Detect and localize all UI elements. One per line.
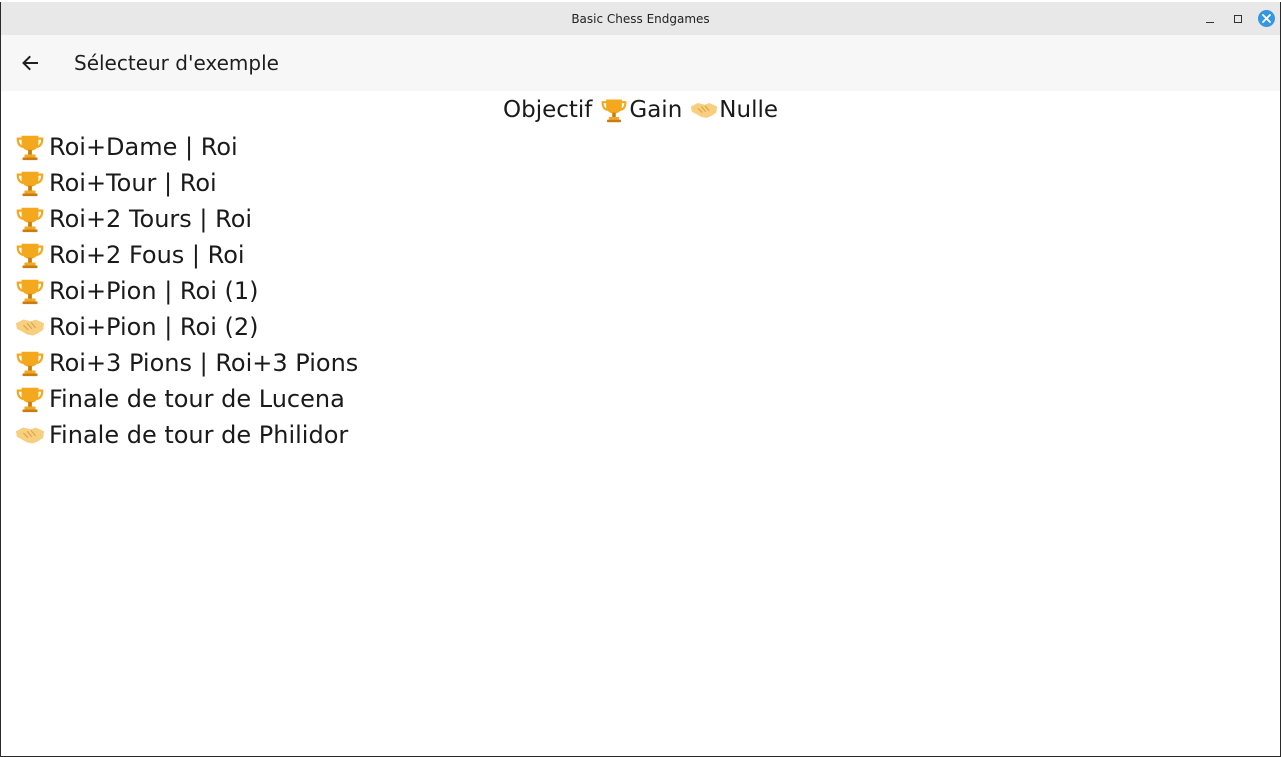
trophy-icon [14,383,46,415]
handshake-icon [14,419,46,451]
minimize-icon [1206,21,1214,23]
legend-draw-label: Nulle [719,97,778,123]
minimize-button[interactable] [1196,2,1224,35]
list-item[interactable]: Roi+Pion | Roi (2) [14,309,358,345]
window-controls [1196,2,1280,35]
trophy-icon [14,131,46,163]
list-item-label: Roi+Pion | Roi (1) [49,277,259,305]
list-item[interactable]: Roi+Dame | Roi [14,129,358,165]
close-icon [1257,10,1275,27]
maximize-button[interactable] [1224,2,1252,35]
list-item-label: Roi+3 Pions | Roi+3 Pions [49,349,359,377]
example-selector: Objectif Gain Nulle Roi+Dame | Roi Roi+To… [1,91,1280,756]
trophy-icon [14,239,46,271]
list-item[interactable]: Finale de tour de Philidor [14,417,358,453]
page-title: Sélecteur d'exemple [74,51,279,75]
window-title: Basic Chess Endgames [571,11,710,26]
example-list: Roi+Dame | Roi Roi+Tour | Roi Roi+2 Tours … [14,129,358,453]
app-window: Basic Chess Endgames Sélecteur d'exemple [0,2,1281,757]
trophy-icon [14,275,46,307]
list-item[interactable]: Finale de tour de Lucena [14,381,358,417]
list-item-label: Finale de tour de Lucena [49,385,345,413]
handshake-icon [14,311,46,343]
arrow-left-icon [22,55,38,71]
goal-legend: Objectif Gain Nulle [1,91,1280,129]
list-item-label: Finale de tour de Philidor [49,421,349,449]
maximize-icon [1234,14,1242,23]
app-bar: Sélecteur d'exemple [1,35,1280,91]
list-item-label: Roi+2 Fous | Roi [49,241,245,269]
close-button[interactable] [1252,2,1280,35]
list-item[interactable]: Roi+3 Pions | Roi+3 Pions [14,345,358,381]
trophy-icon [14,347,46,379]
trophy-icon [14,203,46,235]
list-item-label: Roi+Dame | Roi [49,133,238,161]
handshake-icon [690,96,718,124]
list-item[interactable]: Roi+2 Fous | Roi [14,237,358,273]
trophy-icon [14,167,46,199]
list-item-label: Roi+2 Tours | Roi [49,205,253,233]
legend-win-label: Gain [629,97,683,123]
list-item-label: Roi+Pion | Roi (2) [49,313,259,341]
list-item[interactable]: Roi+2 Tours | Roi [14,201,358,237]
list-item[interactable]: Roi+Pion | Roi (1) [14,273,358,309]
list-item-label: Roi+Tour | Roi [49,169,217,197]
title-bar[interactable]: Basic Chess Endgames [1,2,1280,35]
legend-prefix: Objectif [502,97,593,123]
trophy-icon [600,96,628,124]
back-button[interactable] [2,35,58,91]
list-item[interactable]: Roi+Tour | Roi [14,165,358,201]
